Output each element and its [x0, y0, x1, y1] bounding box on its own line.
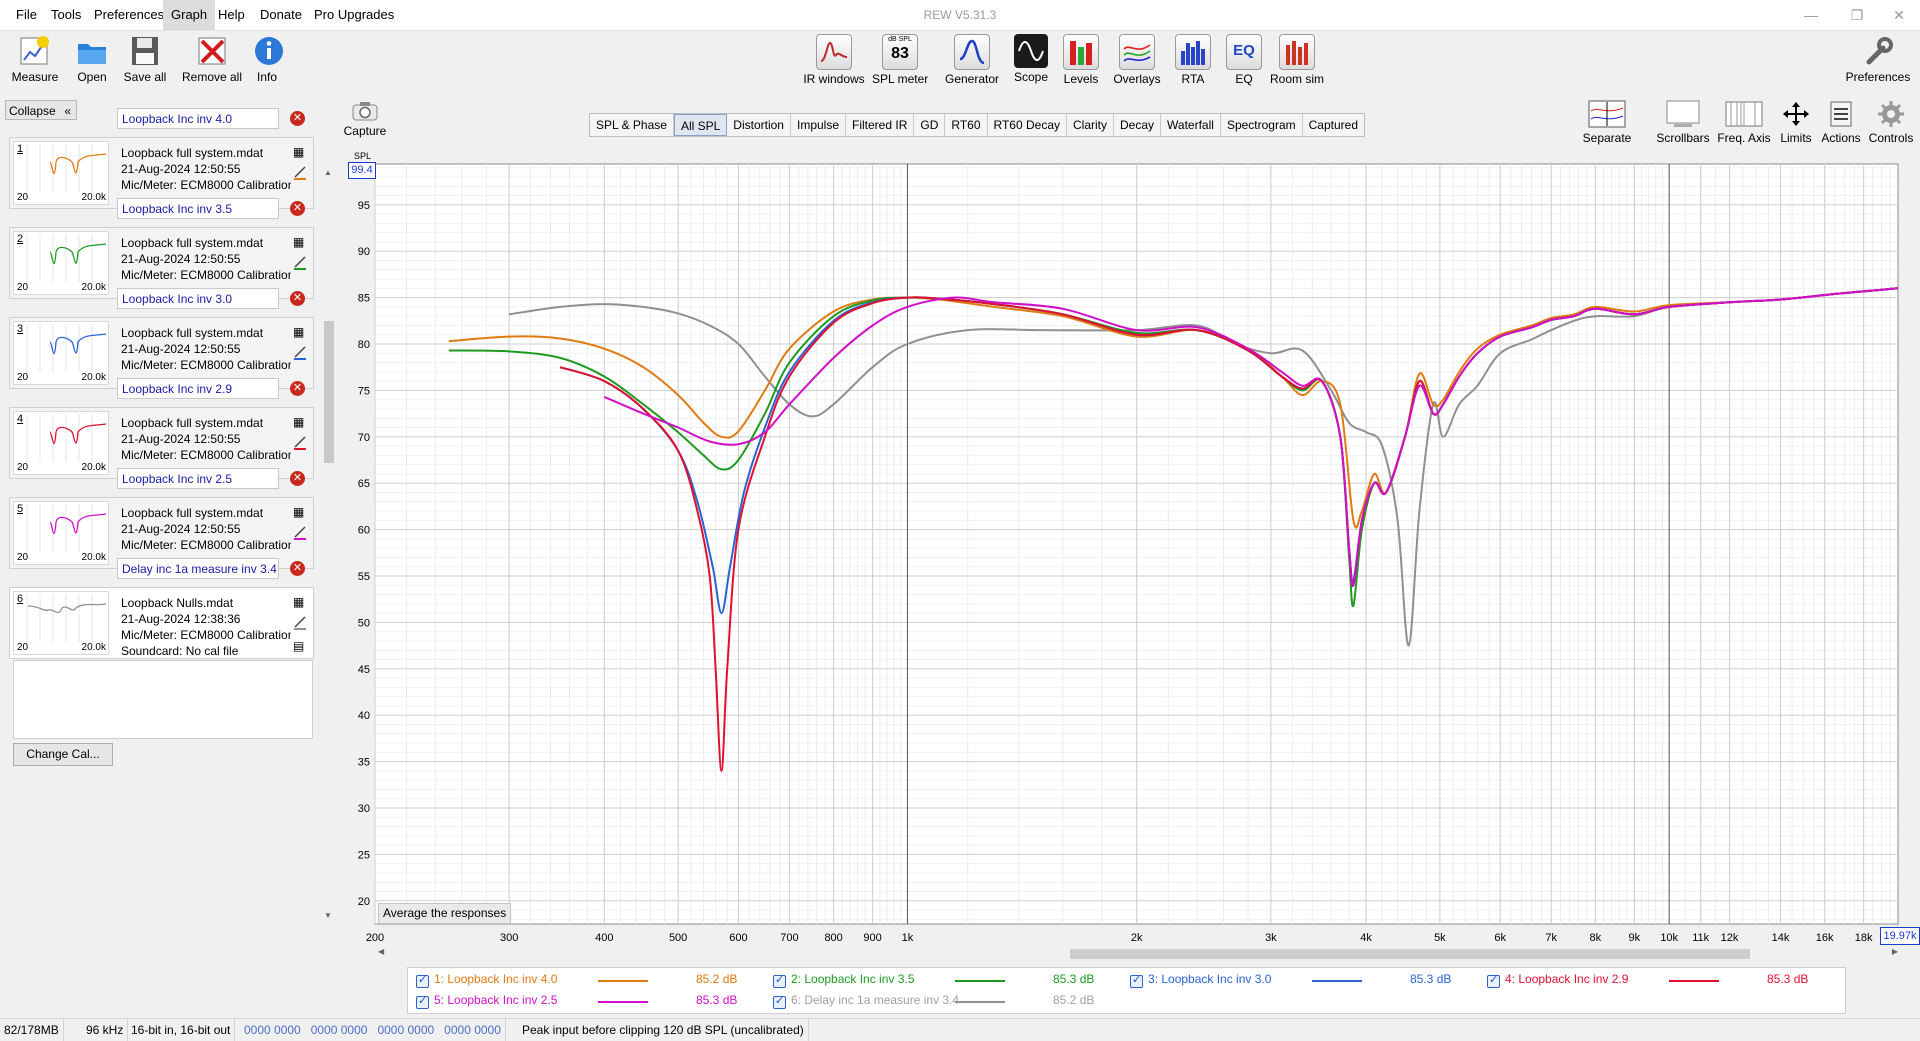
clipping-status: Peak input before clipping 120 dB SPL (u…: [518, 1019, 809, 1041]
x-tick-label: 1k: [902, 932, 914, 944]
frequency-scrollbar[interactable]: ◀ ▶: [378, 947, 1898, 960]
x-tick-label: 2k: [1131, 932, 1143, 944]
legend-value: 85.3 dB: [696, 993, 738, 1007]
legend-swatch: [955, 1001, 1005, 1003]
legend-value: 85.3 dB: [1767, 972, 1809, 986]
y-tick-label: 85: [358, 293, 370, 305]
y-axis-label: SPL: [354, 151, 372, 161]
y-tick-label: 75: [358, 385, 370, 397]
input-levels-status: 0000 0000 0000 0000 0000 0000 0000 0000: [240, 1019, 506, 1041]
y-tick-label: 30: [358, 803, 370, 815]
x-tick-label: 900: [863, 932, 881, 944]
legend-swatch: [1312, 980, 1362, 982]
legend-checkbox[interactable]: [1487, 973, 1500, 988]
x-axis-ticks: 200 300 400 500 600 700 800 900 1k 2k 3k 4k 5k 6k 7k 8k…: [366, 932, 1873, 944]
x-tick-label: 200: [366, 932, 384, 944]
y-tick-label: 55: [358, 571, 370, 583]
y-tick-label: 50: [358, 617, 370, 629]
y-tick-label: 60: [358, 525, 370, 537]
x-tick-label: 5k: [1434, 932, 1446, 944]
legend-swatch: [598, 980, 648, 982]
x-tick-label: 12k: [1721, 932, 1739, 944]
legend-swatch: [955, 980, 1005, 982]
y-max-field[interactable]: 99.4: [348, 162, 376, 179]
x-tick-label: 700: [780, 932, 798, 944]
legend-checkbox[interactable]: [773, 973, 786, 988]
y-tick-label: 35: [358, 757, 370, 769]
x-tick-label: 600: [729, 932, 747, 944]
x-tick-label: 16k: [1816, 932, 1834, 944]
y-axis-ticks: 20 25 30 35 40 45 50 55 60 65 70 75 80 85 90 95: [358, 200, 370, 908]
legend-item: 3: Loopback Inc inv 3.0 85.3 dB: [1130, 972, 1480, 992]
y-tick-label: 45: [358, 664, 370, 676]
legend-item: 5: Loopback Inc inv 2.5 85.3 dB: [416, 993, 766, 1013]
x-tick-label: 300: [500, 932, 518, 944]
x-tick-label: 7k: [1545, 932, 1557, 944]
memory-status: 82/178MB: [0, 1019, 64, 1041]
x-tick-label: 11k: [1692, 932, 1709, 944]
y-tick-label: 40: [358, 710, 370, 722]
y-tick-label: 70: [358, 432, 370, 444]
legend-name: 3: Loopback Inc inv 3.0: [1148, 972, 1272, 986]
legend-name: 4: Loopback Inc inv 2.9: [1505, 972, 1629, 986]
y-tick-label: 65: [358, 478, 370, 490]
legend-item: 6: Delay inc 1a measure inv 3.4 85.2 dB: [773, 993, 1123, 1013]
legend-item: 4: Loopback Inc inv 2.9 85.3 dB: [1487, 972, 1837, 992]
legend-item: 2: Loopback Inc inv 3.5 85.3 dB: [773, 972, 1123, 992]
average-responses-button[interactable]: Average the responses: [378, 903, 512, 924]
y-tick-label: 20: [358, 896, 370, 908]
legend-value: 85.2 dB: [1053, 993, 1095, 1007]
bit-depth-status: 16-bit in, 16-bit out: [127, 1019, 236, 1041]
scroll-left-icon[interactable]: ◀: [378, 947, 384, 956]
y-tick-label: 80: [358, 339, 370, 351]
y-tick-label: 95: [358, 200, 370, 212]
x-tick-label: 4k: [1360, 932, 1372, 944]
legend-swatch: [1669, 980, 1719, 982]
sample-rate-status: 96 kHz: [82, 1019, 129, 1041]
scroll-right-icon[interactable]: ▶: [1892, 947, 1898, 956]
x-tick-label: 3k: [1265, 932, 1277, 944]
legend-swatch: [598, 1001, 648, 1003]
frequency-scroll-thumb[interactable]: [1070, 949, 1750, 959]
y-tick-label: 25: [358, 849, 370, 861]
legend-checkbox[interactable]: [416, 994, 429, 1009]
legend-name: 5: Loopback Inc inv 2.5: [434, 993, 558, 1007]
x-tick-label: 9k: [1629, 932, 1641, 944]
x-tick-label: 500: [669, 932, 687, 944]
x-tick-label: 6k: [1494, 932, 1506, 944]
x-tick-label: 400: [595, 932, 613, 944]
legend-checkbox[interactable]: [773, 994, 786, 1009]
legend-value: 85.2 dB: [696, 972, 738, 986]
legend-value: 85.3 dB: [1053, 972, 1095, 986]
x-tick-label: 14k: [1772, 932, 1790, 944]
legend-name: 6: Delay inc 1a measure inv 3.4: [791, 993, 960, 1007]
spl-chart[interactable]: 20 25 30 35 40 45 50 55 60 65 70 75 80 85 90 95 200 300 4…: [0, 0, 1920, 1040]
x-tick-label: 800: [824, 932, 842, 944]
chart-grid: [374, 163, 1899, 925]
legend-name: 1: Loopback Inc inv 4.0: [434, 972, 558, 986]
x-max-field[interactable]: 19.97k: [1880, 927, 1920, 945]
status-bar: 82/178MB 96 kHz 16-bit in, 16-bit out 00…: [0, 1018, 1920, 1041]
y-tick-label: 90: [358, 246, 370, 258]
legend-item: 1: Loopback Inc inv 4.0 85.2 dB: [416, 972, 766, 992]
chart-legend: 1: Loopback Inc inv 4.085.2 dB2: Loopbac…: [407, 967, 1846, 1014]
legend-value: 85.3 dB: [1410, 972, 1452, 986]
x-tick-label: 18k: [1855, 932, 1873, 944]
legend-checkbox[interactable]: [416, 973, 429, 988]
legend-name: 2: Loopback Inc inv 3.5: [791, 972, 915, 986]
x-tick-label: 10k: [1660, 932, 1678, 944]
legend-checkbox[interactable]: [1130, 973, 1143, 988]
x-tick-label: 8k: [1590, 932, 1602, 944]
